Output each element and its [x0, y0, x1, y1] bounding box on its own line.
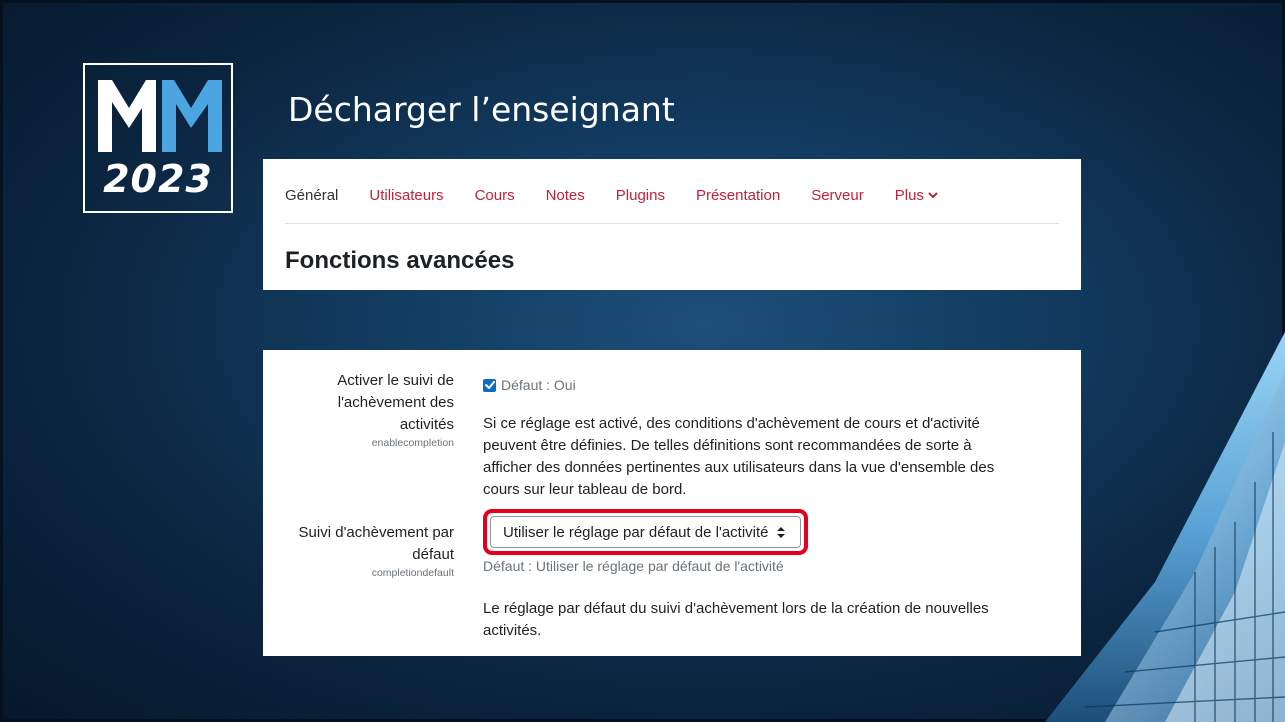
tab-plugins[interactable]: Plugins — [616, 187, 665, 204]
tab-serveur[interactable]: Serveur — [811, 187, 864, 204]
chevron-down-icon — [928, 192, 938, 198]
building-image — [1045, 332, 1285, 722]
checkmark-icon — [484, 381, 495, 389]
enablecompletion-default: Défaut : Oui — [501, 377, 576, 393]
tab-utilisateurs[interactable]: Utilisateurs — [369, 187, 443, 204]
tab-plus[interactable]: Plus — [895, 187, 938, 204]
completiondefault-description: Le réglage par défaut du suivi d'achèvem… — [483, 598, 989, 642]
completiondefault-select[interactable]: Utiliser le réglage par défaut de l'acti… — [490, 516, 801, 548]
setting-label-line: l'achèvement des — [337, 394, 454, 411]
tab-cours[interactable]: Cours — [475, 187, 515, 204]
slide-title: Décharger l’enseignant — [288, 90, 675, 129]
admin-nav-tabs: Général Utilisateurs Cours Notes Plugins… — [285, 187, 969, 204]
logo-year: 2023 — [103, 157, 213, 201]
enablecompletion-description: Si ce réglage est activé, des conditions… — [483, 413, 994, 501]
select-highlight-frame: Utiliser le réglage par défaut de l'acti… — [483, 509, 808, 555]
description-line: Si ce réglage est activé, des conditions… — [483, 415, 980, 432]
description-line: peuvent être définies. De telles définit… — [483, 437, 972, 454]
description-line: afficher des données pertinentes aux uti… — [483, 459, 995, 476]
setting-label-line: Suivi d'achèvement par — [298, 524, 454, 541]
setting-key-enablecompletion: enablecompletion — [371, 437, 454, 449]
setting-label-line: Activer le suivi de — [337, 372, 454, 389]
setting-label-line: activités — [399, 416, 454, 433]
setting-label-completiondefault: Suivi d'achèvement par défaut completion… — [299, 522, 454, 580]
select-value: Utiliser le réglage par défaut de l'acti… — [503, 523, 769, 541]
setting-label-enablecompletion: Activer le suivi de l'achèvement des act… — [337, 370, 454, 450]
tab-notes[interactable]: Notes — [546, 187, 585, 204]
enablecompletion-checkbox[interactable] — [483, 378, 496, 392]
completiondefault-default: Défaut : Utiliser le réglage par défaut … — [483, 558, 784, 574]
setting-key-completiondefault: completiondefault — [371, 567, 454, 579]
description-line: cours sur leur tableau de bord. — [483, 481, 687, 498]
settings-panel: Activer le suivi de l'achèvement des act… — [263, 350, 1081, 656]
tabs-divider — [285, 223, 1059, 224]
mm-logo-icon — [98, 80, 222, 152]
setting-label-line: défaut — [412, 546, 454, 563]
mm-2023-logo: 2023 — [83, 63, 233, 213]
description-line: Le réglage par défaut du suivi d'achèvem… — [483, 600, 989, 617]
description-line: activités. — [483, 622, 542, 639]
tab-presentation[interactable]: Présentation — [696, 187, 780, 204]
admin-header-panel: Général Utilisateurs Cours Notes Plugins… — [263, 159, 1081, 290]
enablecompletion-checkbox-row: Défaut : Oui — [483, 377, 576, 393]
page-heading: Fonctions avancées — [285, 247, 515, 274]
select-arrows-icon — [776, 526, 785, 538]
tab-general[interactable]: Général — [285, 187, 338, 204]
tab-plus-label: Plus — [894, 187, 924, 204]
